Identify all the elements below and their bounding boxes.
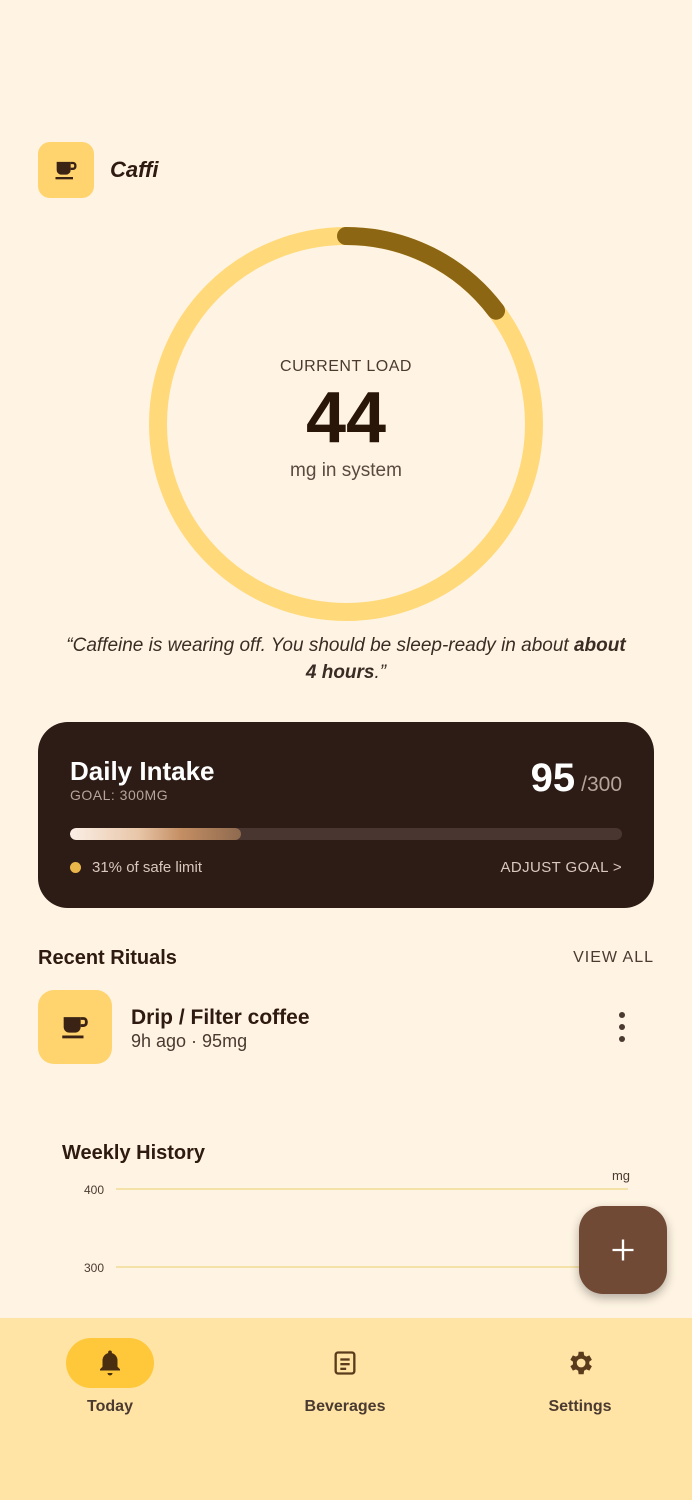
quote-suffix: .” bbox=[374, 662, 387, 683]
daily-intake-card: Daily Intake GOAL: 300MG 95 /300 31% of … bbox=[38, 722, 654, 908]
nav-item-beverages[interactable]: Beverages bbox=[265, 1338, 425, 1416]
current-load-label: CURRENT LOAD bbox=[280, 358, 412, 375]
ritual-name: Drip / Filter coffee bbox=[131, 1006, 310, 1029]
bottom-navigation: Today Beverages Settings bbox=[0, 1318, 692, 1500]
current-load-value: 44 bbox=[305, 378, 387, 458]
safe-limit-text: 31% of safe limit bbox=[92, 859, 203, 876]
daily-intake-max: /300 bbox=[581, 773, 622, 796]
recent-rituals-title: Recent Rituals bbox=[38, 947, 177, 969]
nav-label-beverages: Beverages bbox=[304, 1398, 386, 1415]
more-vert-icon[interactable] bbox=[610, 1012, 634, 1042]
bell-icon bbox=[66, 1338, 154, 1388]
current-load-unit: mg in system bbox=[290, 460, 402, 481]
daily-intake-progress-track bbox=[70, 828, 622, 840]
plus-icon bbox=[612, 1239, 634, 1261]
status-dot bbox=[70, 862, 81, 873]
sleep-forecast-quote: “Caffeine is wearing off. You should be … bbox=[60, 632, 632, 686]
add-beverage-button[interactable] bbox=[579, 1206, 667, 1294]
list-item[interactable]: Drip / Filter coffee 9h ago · 95mg bbox=[38, 990, 654, 1066]
daily-intake-count: 95 /300 bbox=[531, 756, 622, 801]
app-header: Caffi bbox=[38, 142, 159, 198]
coffee-cup-icon bbox=[38, 142, 94, 198]
daily-intake-progress-fill bbox=[70, 828, 242, 840]
nav-item-settings[interactable]: Settings bbox=[500, 1338, 660, 1416]
quote-prefix: “Caffeine is wearing off. You should be … bbox=[66, 635, 574, 656]
daily-intake-title: Daily Intake bbox=[70, 756, 215, 786]
nav-label-today: Today bbox=[87, 1398, 133, 1415]
daily-intake-goal: GOAL: 300MG bbox=[70, 787, 169, 803]
adjust-goal-button[interactable]: ADJUST GOAL > bbox=[501, 859, 623, 876]
receipt-icon bbox=[301, 1338, 389, 1388]
view-all-button[interactable]: VIEW ALL bbox=[573, 949, 654, 967]
gear-icon bbox=[536, 1338, 624, 1388]
weekly-history-chart: Weekly History mg 400 300 bbox=[62, 1130, 632, 1320]
current-load-ring: CURRENT LOAD 44 mg in system bbox=[148, 226, 544, 622]
coffee-cup-icon bbox=[38, 990, 112, 1064]
daily-intake-current: 95 bbox=[530, 756, 576, 800]
safe-limit-row: 31% of safe limit bbox=[70, 859, 202, 876]
y-tick-label: 400 bbox=[84, 1183, 105, 1197]
ritual-meta: 9h ago · 95mg bbox=[131, 1031, 248, 1051]
nav-label-settings: Settings bbox=[548, 1398, 612, 1415]
nav-item-today[interactable]: Today bbox=[30, 1338, 190, 1416]
y-tick-label: 300 bbox=[84, 1261, 105, 1275]
app-title: Caffi bbox=[110, 157, 159, 182]
